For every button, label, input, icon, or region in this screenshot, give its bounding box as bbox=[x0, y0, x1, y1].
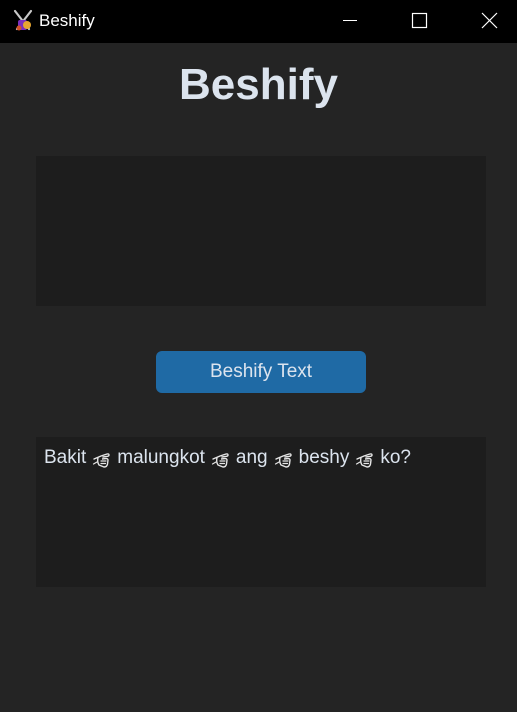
minimize-button[interactable] bbox=[326, 0, 372, 43]
maximize-button[interactable] bbox=[396, 0, 442, 43]
window-title: Beshify bbox=[39, 11, 95, 30]
maximize-icon bbox=[411, 12, 428, 29]
output-word: ang bbox=[235, 447, 268, 468]
input-textbox[interactable] bbox=[36, 156, 486, 306]
pointing-hand-icon bbox=[355, 450, 375, 470]
output-word: Bakit bbox=[44, 447, 87, 468]
output-word: ko? bbox=[380, 447, 411, 468]
pointing-hand-icon bbox=[211, 450, 231, 470]
pointing-hand-icon bbox=[274, 450, 294, 470]
title-bar[interactable]: Beshify bbox=[0, 0, 517, 43]
output-textbox[interactable]: Bakit malungkot ang beshy ko? bbox=[36, 437, 486, 587]
beshify-button[interactable]: Beshify Text bbox=[156, 351, 366, 393]
app-window: Beshify Beshify Beshify Text Bakit malung… bbox=[0, 0, 517, 712]
clapper-icon bbox=[10, 8, 36, 34]
minimize-icon bbox=[343, 20, 357, 21]
output-word: beshy bbox=[298, 447, 350, 468]
pointing-hand-icon bbox=[92, 450, 112, 470]
close-button[interactable] bbox=[466, 0, 512, 43]
output-word: malungkot bbox=[117, 447, 205, 468]
app-heading: Beshify bbox=[179, 60, 338, 109]
output-text: Bakit malungkot ang beshy ko? bbox=[44, 444, 478, 472]
close-icon bbox=[481, 12, 498, 29]
